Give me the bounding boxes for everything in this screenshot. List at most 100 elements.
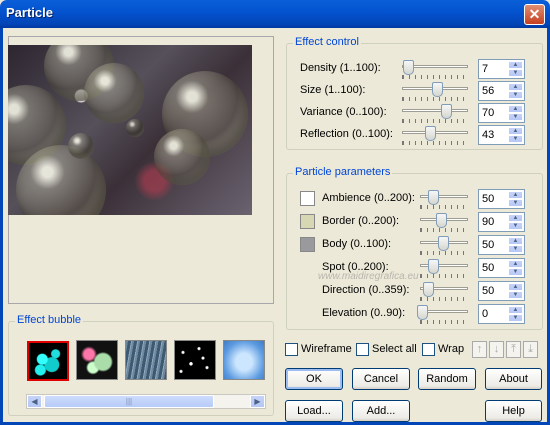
- slider-thumb[interactable]: [422, 282, 434, 297]
- help-button[interactable]: Help: [485, 400, 542, 422]
- spin-up-icon[interactable]: ▲: [508, 306, 523, 314]
- group-label: Effect bubble: [15, 314, 84, 326]
- spin-up-icon[interactable]: ▲: [508, 83, 523, 91]
- random-button[interactable]: Random: [418, 368, 476, 390]
- spin-value[interactable]: 90: [482, 216, 494, 228]
- spin-value[interactable]: 56: [482, 85, 494, 97]
- wireframe-label: Wireframe: [301, 343, 352, 355]
- select-all-checkbox[interactable]: [356, 343, 369, 356]
- slider-ticks: [420, 297, 468, 301]
- spin-up-icon[interactable]: ▲: [508, 191, 523, 199]
- bubble-shape: [68, 133, 94, 159]
- spin-down-icon[interactable]: ▼: [508, 113, 523, 121]
- slider-label: Reflection (0..100):: [300, 128, 393, 140]
- arrow-up-icon[interactable]: ↑: [472, 341, 487, 358]
- spin-value[interactable]: 50: [482, 193, 494, 205]
- slider-ticks: [402, 97, 468, 101]
- spin-value[interactable]: 0: [482, 308, 488, 320]
- spin-up-icon[interactable]: ▲: [508, 237, 523, 245]
- spin-down-icon[interactable]: ▼: [508, 135, 523, 143]
- effect-thumb-rain-streaks[interactable]: [125, 340, 167, 380]
- value-spinbox[interactable]: 7 ▲ ▼: [478, 59, 525, 79]
- slider-thumb[interactable]: [427, 259, 439, 274]
- color-swatch[interactable]: [300, 237, 315, 252]
- effect-thumb-stars[interactable]: [174, 340, 216, 380]
- slider-ticks: [402, 75, 468, 79]
- close-button[interactable]: ✕: [524, 4, 545, 25]
- group-label: Particle parameters: [293, 166, 393, 178]
- spin-down-icon[interactable]: ▼: [508, 91, 523, 99]
- bubble-shape: [126, 119, 144, 137]
- spin-value[interactable]: 50: [482, 262, 494, 274]
- preview-image: [8, 45, 252, 215]
- bubble-shape: [154, 129, 210, 185]
- spin-down-icon[interactable]: ▼: [508, 245, 523, 253]
- slider-thumb[interactable]: [438, 236, 449, 251]
- slider-thumb[interactable]: [417, 305, 428, 320]
- effect-thumb-blue-clouds[interactable]: [223, 340, 265, 380]
- spin-up-icon[interactable]: ▲: [508, 214, 523, 222]
- title-bar[interactable]: Particle ✕: [0, 0, 550, 28]
- spin-value[interactable]: 50: [482, 285, 494, 297]
- value-spinbox[interactable]: 50 ▲ ▼: [478, 235, 525, 255]
- scroll-thumb[interactable]: |||: [44, 395, 214, 408]
- cancel-button[interactable]: Cancel: [352, 368, 410, 390]
- watermark: www.maidiregrafica.eu: [318, 271, 419, 282]
- spin-down-icon[interactable]: ▼: [508, 199, 523, 207]
- slider-ticks: [402, 119, 468, 123]
- slider-thumb[interactable]: [441, 104, 452, 119]
- slider-label: Border (0..200):: [322, 215, 400, 227]
- window-title: Particle: [6, 5, 53, 20]
- value-spinbox[interactable]: 43 ▲ ▼: [478, 125, 525, 145]
- spin-up-icon[interactable]: ▲: [508, 283, 523, 291]
- load-button[interactable]: Load...: [285, 400, 343, 422]
- slider-thumb[interactable]: [427, 190, 439, 205]
- value-spinbox[interactable]: 50 ▲ ▼: [478, 281, 525, 301]
- slider-ticks: [420, 228, 468, 232]
- effect-thumb-cyan-bubbles[interactable]: [27, 341, 69, 381]
- spin-value[interactable]: 70: [482, 107, 494, 119]
- spin-up-icon[interactable]: ▲: [508, 127, 523, 135]
- slider-thumb[interactable]: [424, 126, 436, 141]
- slider-thumb[interactable]: [432, 82, 443, 97]
- value-spinbox[interactable]: 50 ▲ ▼: [478, 258, 525, 278]
- wireframe-checkbox[interactable]: [285, 343, 298, 356]
- slider-label: Ambience (0..200):: [322, 192, 415, 204]
- spin-down-icon[interactable]: ▼: [508, 314, 523, 322]
- value-spinbox[interactable]: 56 ▲ ▼: [478, 81, 525, 101]
- value-spinbox[interactable]: 0 ▲ ▼: [478, 304, 525, 324]
- arrow-bottom-icon[interactable]: ⤓: [523, 341, 538, 358]
- add-button[interactable]: Add...: [352, 400, 410, 422]
- spin-down-icon[interactable]: ▼: [508, 69, 523, 77]
- spin-value[interactable]: 7: [482, 63, 488, 75]
- spin-down-icon[interactable]: ▼: [508, 268, 523, 276]
- value-spinbox[interactable]: 70 ▲ ▼: [478, 103, 525, 123]
- scroll-right-icon[interactable]: ▶: [250, 395, 265, 408]
- value-spinbox[interactable]: 90 ▲ ▼: [478, 212, 525, 232]
- slider-ticks: [420, 251, 468, 255]
- spin-value[interactable]: 43: [482, 129, 494, 141]
- color-swatch[interactable]: [300, 214, 315, 229]
- value-spinbox[interactable]: 50 ▲ ▼: [478, 189, 525, 209]
- effect-thumb-glow-bubbles[interactable]: [76, 340, 118, 380]
- slider-track[interactable]: [402, 109, 468, 112]
- slider-thumb[interactable]: [435, 213, 447, 228]
- slider-label: Body (0..100):: [322, 238, 392, 250]
- about-button[interactable]: About: [485, 368, 542, 390]
- select-all-label: Select all: [372, 343, 417, 355]
- ok-button[interactable]: OK: [285, 368, 343, 390]
- spin-value[interactable]: 50: [482, 239, 494, 251]
- spin-down-icon[interactable]: ▼: [508, 222, 523, 230]
- spin-up-icon[interactable]: ▲: [508, 61, 523, 69]
- wrap-checkbox[interactable]: [422, 343, 435, 356]
- slider-label: Variance (0..100):: [300, 106, 387, 118]
- horizontal-scrollbar[interactable]: ◀ ||| ▶: [26, 394, 266, 409]
- spin-up-icon[interactable]: ▲: [508, 105, 523, 113]
- spin-down-icon[interactable]: ▼: [508, 291, 523, 299]
- arrow-down-icon[interactable]: ↓: [489, 341, 504, 358]
- slider-thumb[interactable]: [402, 60, 414, 75]
- color-swatch[interactable]: [300, 191, 315, 206]
- scroll-left-icon[interactable]: ◀: [27, 395, 42, 408]
- spin-up-icon[interactable]: ▲: [508, 260, 523, 268]
- arrow-top-icon[interactable]: ⤒: [506, 341, 521, 358]
